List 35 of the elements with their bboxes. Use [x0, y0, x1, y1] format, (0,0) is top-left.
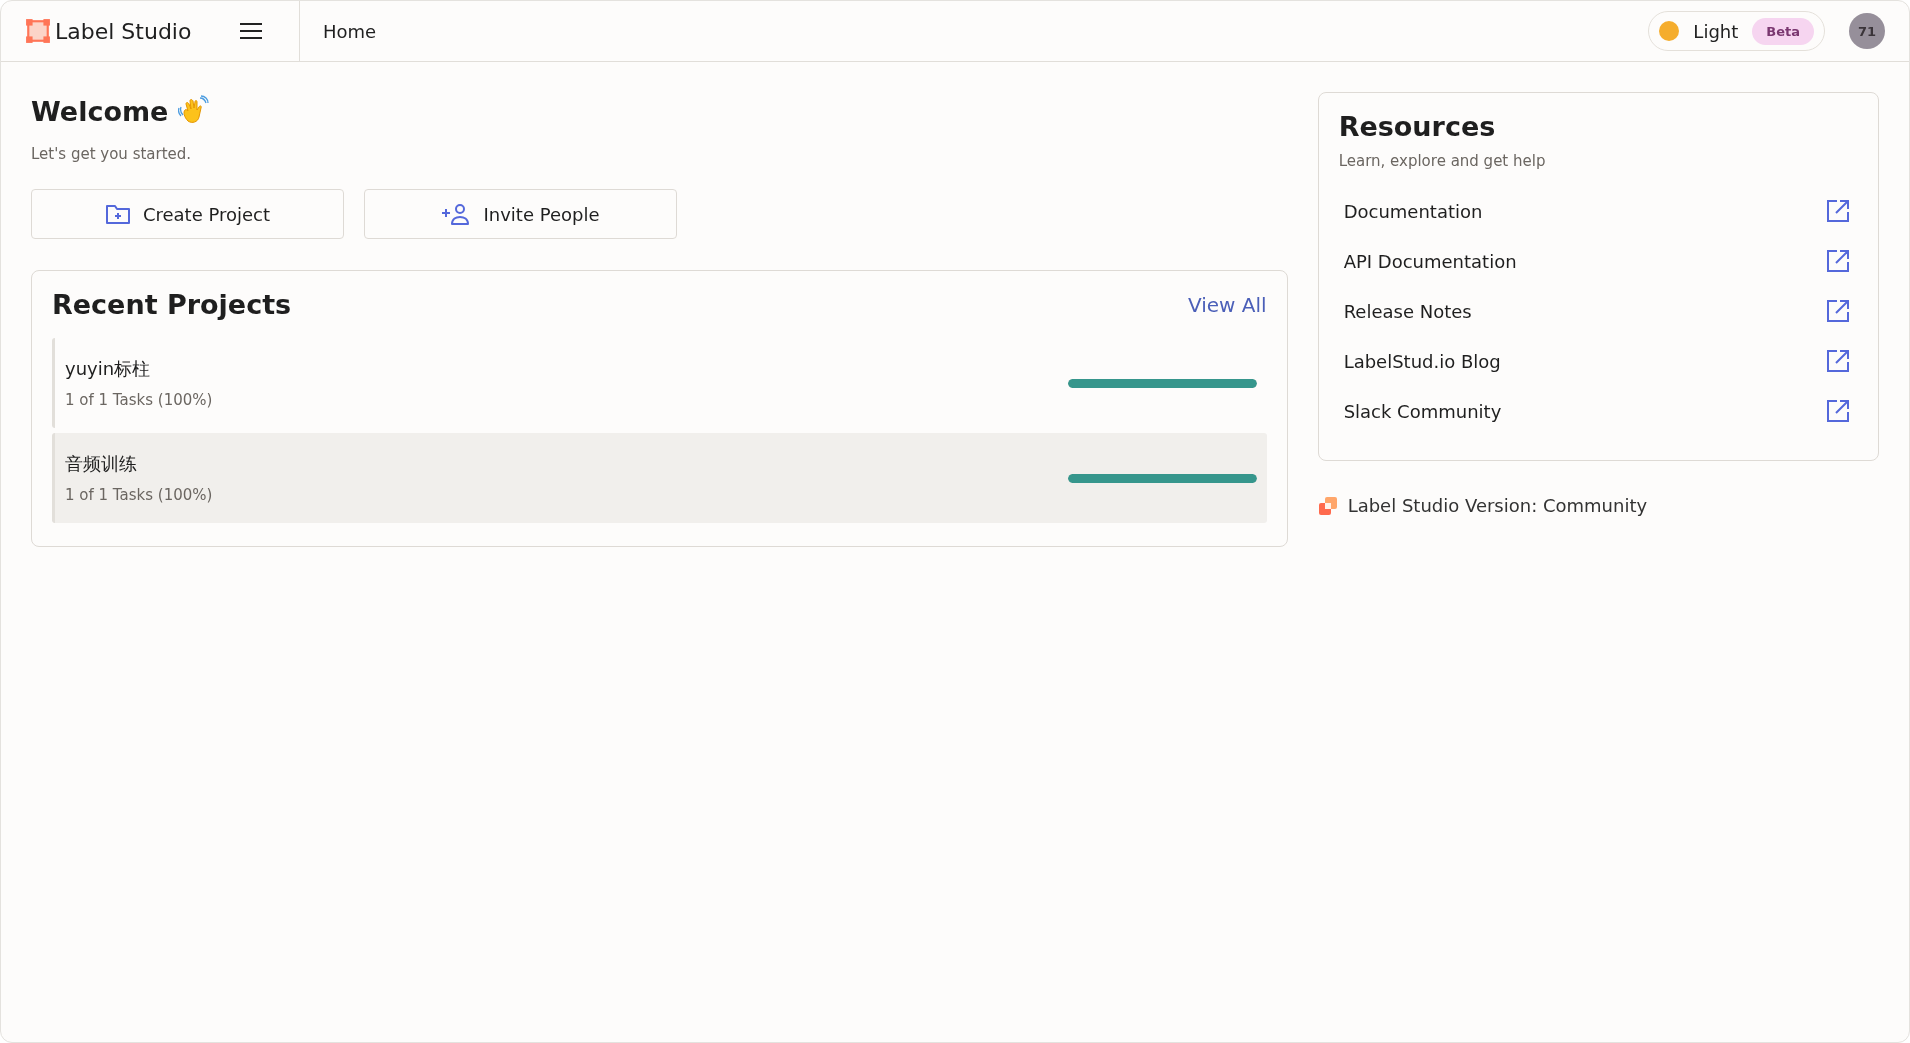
external-link-icon — [1826, 349, 1850, 373]
external-link-icon — [1826, 249, 1850, 273]
action-button[interactable]: Create Project — [31, 189, 344, 239]
beta-badge: Beta — [1752, 17, 1814, 45]
resource-link[interactable]: Documentation — [1338, 186, 1858, 236]
recent-projects-title: Recent Projects — [52, 289, 292, 320]
welcome-subtitle: Let's get you started. — [31, 145, 193, 163]
resources-subtitle: Learn, explore and get help — [1338, 152, 1547, 170]
project-row[interactable]: yuyin标柱 1 of 1 Tasks (100%) — [52, 338, 1267, 428]
user-avatar[interactable]: 71 — [1849, 13, 1885, 49]
folder-plus-icon — [104, 203, 131, 225]
project-name: 音频训练 — [65, 452, 138, 476]
resource-link[interactable]: Slack Community — [1338, 386, 1858, 436]
add-person-icon — [441, 203, 472, 225]
app-name: Label Studio — [55, 18, 192, 44]
theme-toggle[interactable]: Light Beta — [1648, 11, 1825, 51]
project-tasks: 1 of 1 Tasks (100%) — [65, 486, 213, 504]
action-button[interactable]: Invite People — [364, 189, 677, 239]
logo-mark-icon — [1317, 495, 1338, 516]
resource-link[interactable]: Release Notes — [1338, 286, 1858, 336]
welcome-title: Welcome — [31, 95, 169, 127]
external-link-icon — [1826, 399, 1850, 423]
external-link-icon — [1826, 199, 1850, 223]
breadcrumb[interactable]: Home — [323, 20, 377, 42]
logo-icon — [25, 18, 51, 44]
version-text: Label Studio Version: Community — [1347, 495, 1648, 516]
project-name: yuyin标柱 — [65, 357, 152, 381]
view-all-link[interactable]: View All — [1188, 292, 1267, 317]
menu-icon[interactable] — [239, 21, 264, 41]
resources-title: Resources — [1338, 111, 1497, 142]
resource-link[interactable]: LabelStud.io Blog — [1338, 336, 1858, 386]
project-tasks: 1 of 1 Tasks (100%) — [65, 391, 213, 409]
project-row[interactable]: 音频训练 1 of 1 Tasks (100%) — [52, 433, 1267, 523]
resource-link[interactable]: API Documentation — [1338, 236, 1858, 286]
external-link-icon — [1826, 299, 1850, 323]
